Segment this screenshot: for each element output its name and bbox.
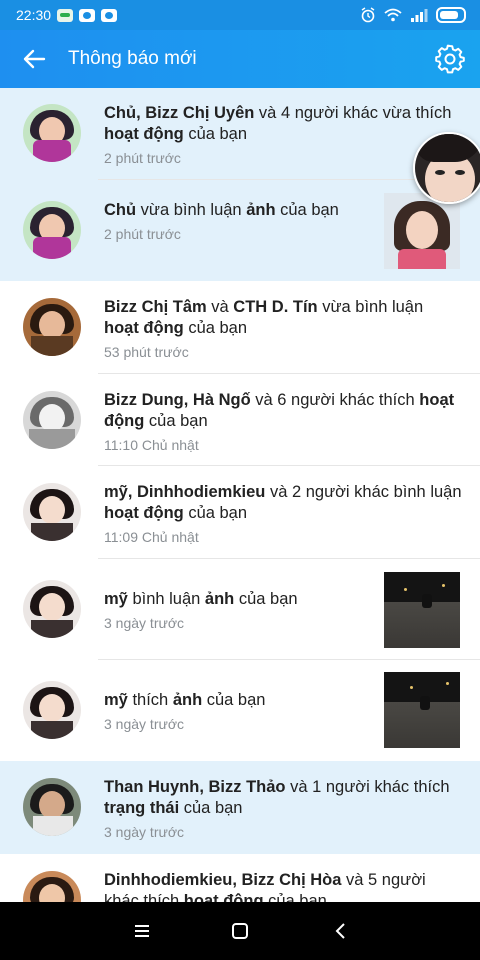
photo-thumbnail[interactable] [384,572,460,648]
status-icons [360,7,466,23]
messenger-icon [79,8,96,22]
notification-time: 3 ngày trước [104,824,185,840]
notification-time: 3 ngày trước [104,615,185,631]
system-nav-bar [0,902,480,960]
signal-icon [411,9,428,22]
avatar [23,104,81,162]
avatar [23,778,81,836]
notification-item[interactable]: mỹ bình luận ảnh của bạn 3 ngày trước [0,559,480,660]
battery-icon [436,7,466,23]
notification-item[interactable]: Chủ vừa bình luận ảnh của bạn 2 phút trư… [0,180,480,281]
notification-time: 2 phút trước [104,150,181,166]
notification-item[interactable]: mỹ thích ảnh của bạn 3 ngày trước [0,660,480,761]
notification-text: Chủ vừa bình luận ảnh của bạn [104,201,339,219]
notification-text: mỹ, Dinhhodiemkieu và 2 người khác bình … [104,483,462,522]
status-time: 22:30 [16,7,52,23]
notification-item[interactable]: Than Huynh, Bizz Thảo và 1 người khác th… [0,761,480,854]
notification-time: 53 phút trước [104,344,189,360]
notification-time: 11:09 Chủ nhật [104,529,199,545]
alarm-icon [361,7,375,23]
app-bar: Thông báo mới [0,30,480,88]
settings-button[interactable] [434,43,466,75]
avatar [23,391,81,449]
avatar [23,201,81,259]
chat-head-bubble[interactable] [413,132,480,204]
grab-app-icon [57,8,74,22]
notification-text: Dinhhodiemkieu, Bizz Chị Hòa và 5 người … [104,871,426,902]
notification-list[interactable]: Chủ, Bizz Chị Uyên và 4 người khác vừa t… [0,88,480,902]
notification-text: Bizz Chị Tâm và CTH D. Tín vừa bình luận… [104,298,424,337]
notification-text: Chủ, Bizz Chị Uyên và 4 người khác vừa t… [104,104,452,143]
notification-time: 2 phút trước [104,226,181,242]
avatar [23,580,81,638]
home-icon[interactable] [229,920,251,942]
avatar [23,681,81,739]
avatar [23,871,81,902]
avatar [23,483,81,541]
messenger-icon-2 [101,8,118,22]
notification-text: mỹ thích ảnh của bạn [104,691,266,709]
notification-text: Than Huynh, Bizz Thảo và 1 người khác th… [104,778,450,817]
notification-text: mỹ bình luận ảnh của bạn [104,590,298,608]
gear-icon [435,44,465,74]
avatar [23,298,81,356]
arrow-left-icon [23,49,46,69]
menu-icon[interactable] [131,920,153,942]
notification-time: 11:10 Chủ nhật [104,437,199,453]
notification-item[interactable]: Bizz Chị Tâm và CTH D. Tín vừa bình luận… [0,281,480,374]
notification-item[interactable]: mỹ, Dinhhodiemkieu và 2 người khác bình … [0,466,480,559]
notification-time: 3 ngày trước [104,716,185,732]
notification-item[interactable]: Dinhhodiemkieu, Bizz Chị Hòa và 5 người … [0,854,480,902]
back-nav-icon[interactable] [330,920,352,942]
page-title: Thông báo mới [68,48,197,69]
notification-text: Bizz Dung, Hà Ngố và 6 người khác thích … [104,391,455,430]
status-bar: 22:30 [0,0,480,30]
photo-thumbnail[interactable] [384,193,460,269]
back-button[interactable] [14,39,54,79]
photo-thumbnail[interactable] [384,672,460,748]
notification-item[interactable]: Chủ, Bizz Chị Uyên và 4 người khác vừa t… [0,88,480,180]
notification-item[interactable]: Bizz Dung, Hà Ngố và 6 người khác thích … [0,374,480,466]
wifi-icon [384,8,402,22]
